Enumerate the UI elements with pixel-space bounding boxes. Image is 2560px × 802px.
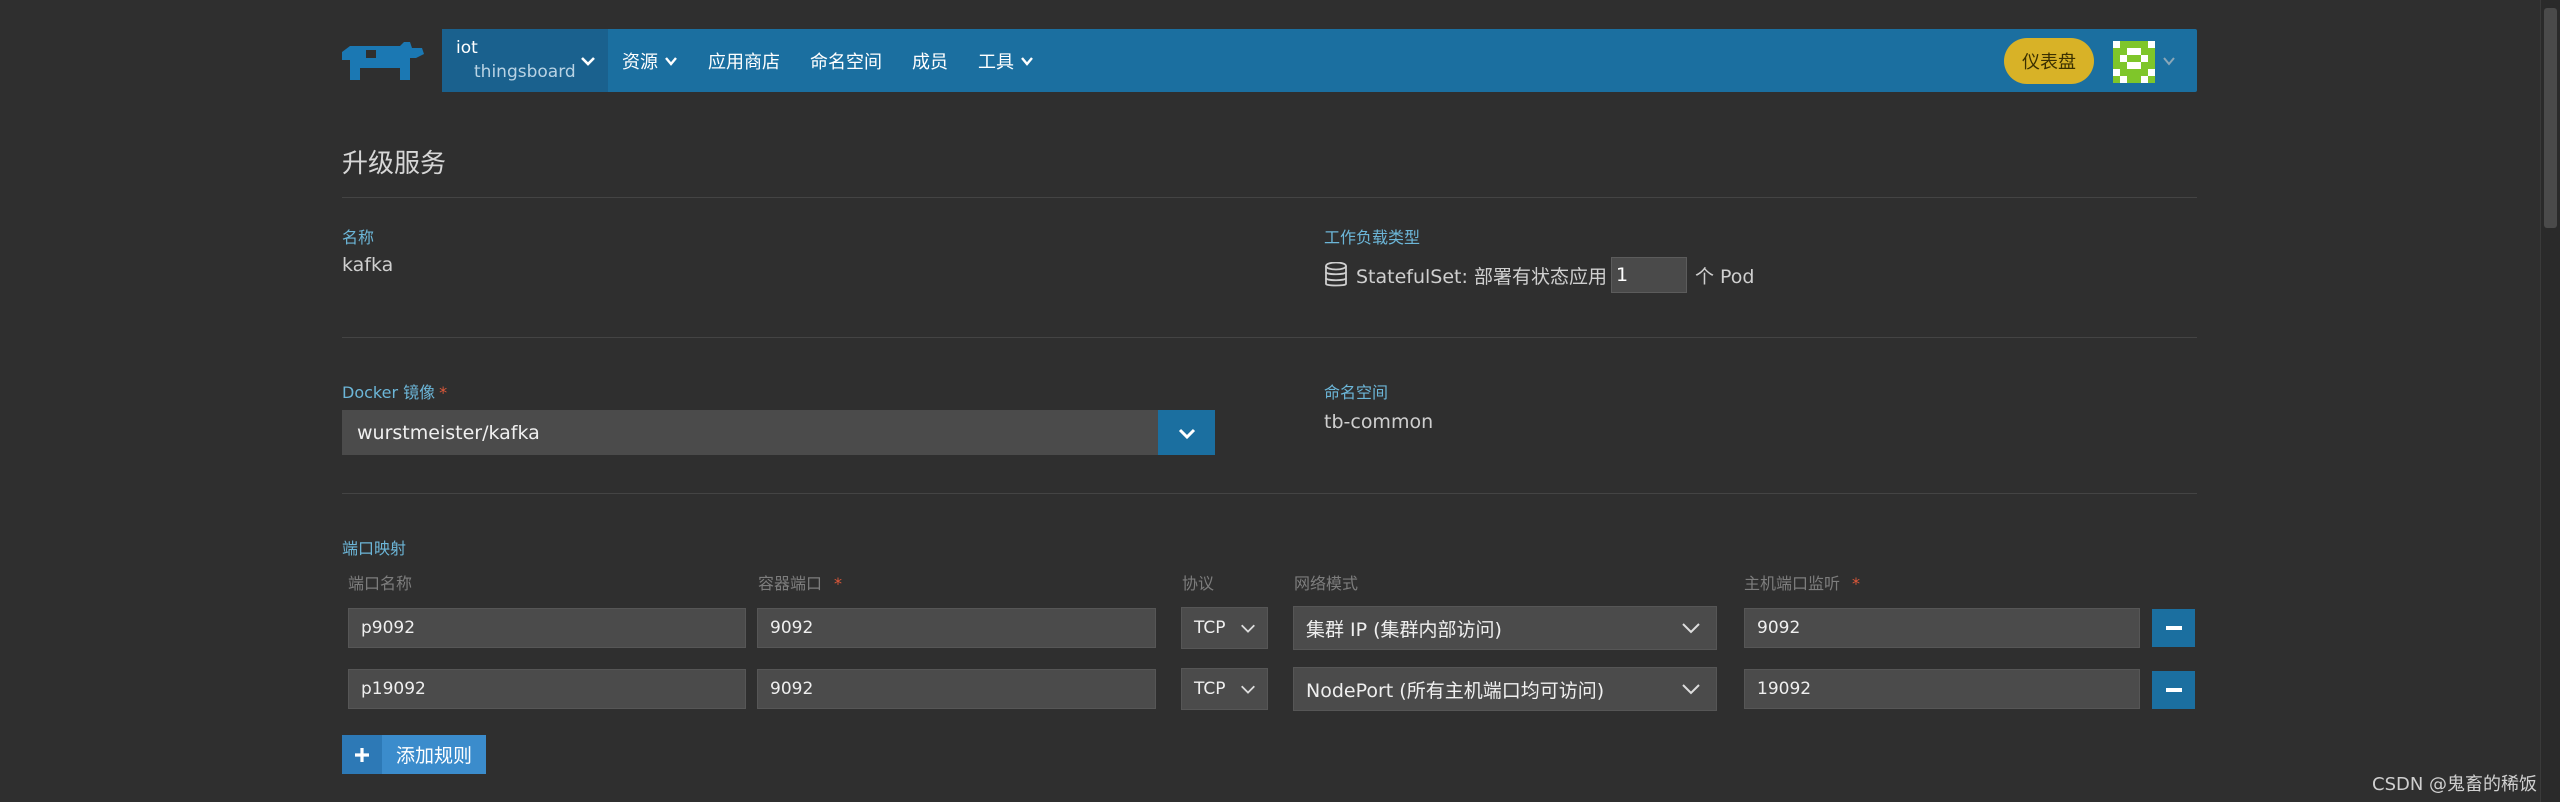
chevron-down-icon (1682, 623, 1700, 634)
namespace-value: tb-common (1324, 411, 1434, 433)
add-rule-button[interactable]: 添加规则 (342, 735, 486, 774)
required-mark: * (834, 574, 843, 593)
avatar[interactable] (2113, 41, 2155, 83)
chevron-down-icon (581, 57, 595, 66)
network-mode-select[interactable]: NodePort (所有主机端口均可访问) (1293, 667, 1717, 711)
port-name-input[interactable] (348, 608, 746, 648)
divider (342, 337, 2197, 338)
nav-item-label: 应用商店 (708, 51, 780, 73)
remove-rule-button[interactable] (2152, 609, 2195, 647)
nav-item-members[interactable]: 成员 (912, 48, 948, 74)
port-name-input[interactable] (348, 669, 746, 709)
page-title: 升级服务 (342, 149, 447, 179)
environment-selector[interactable]: iot thingsboard (442, 29, 608, 92)
protocol-select[interactable]: TCP (1181, 607, 1268, 649)
watermark: CSDN @鬼畜的稀饭 (2372, 774, 2538, 795)
column-header-host-port: 主机端口监听 * (1744, 570, 1860, 594)
host-port-input[interactable] (1744, 608, 2140, 648)
column-header-text: 容器端口 (758, 574, 823, 593)
remove-rule-button[interactable] (2152, 671, 2195, 709)
dashboard-button[interactable]: 仪表盘 (2004, 38, 2094, 84)
required-mark: * (439, 383, 448, 402)
workload-type-label: 工作负载类型 (1324, 228, 1421, 247)
minus-icon (2165, 688, 2182, 692)
network-mode-value: 集群 IP (集群内部访问) (1306, 618, 1502, 641)
namespace-label: 命名空间 (1324, 383, 1389, 402)
database-icon (1325, 262, 1347, 287)
nav-item-label: 命名空间 (810, 51, 882, 73)
workload-type: StatefulSet: 部署有状态应用 个 Pod (1324, 257, 1754, 293)
environment-name: iot (456, 38, 478, 58)
docker-image-select[interactable]: wurstmeister/kafka (342, 410, 1215, 455)
column-header-text: 主机端口监听 (1744, 574, 1841, 593)
host-port-input[interactable] (1744, 669, 2140, 709)
network-mode-select[interactable]: 集群 IP (集群内部访问) (1293, 606, 1717, 650)
nav-item-label: 工具 (978, 51, 1014, 73)
container-port-input[interactable] (757, 669, 1156, 709)
nav-item-app-store[interactable]: 应用商店 (708, 48, 780, 74)
nav-item-tools[interactable]: 工具 (978, 48, 1034, 74)
workload-text: StatefulSet: 部署有状态应用 (1356, 265, 1607, 288)
chevron-down-icon (1682, 684, 1700, 695)
project-name: thingsboard (474, 62, 576, 82)
required-mark: * (1852, 574, 1861, 593)
nav-item-label: 成员 (912, 51, 948, 73)
nav-item-label: 资源 (622, 51, 658, 73)
docker-image-label: Docker 镜像 * (342, 379, 447, 403)
port-mapping-label: 端口映射 (342, 539, 407, 558)
chevron-down-icon (1178, 428, 1195, 439)
chevron-down-icon (1241, 685, 1255, 694)
scrollbar-thumb[interactable] (2544, 8, 2557, 228)
add-rule-label: 添加规则 (396, 745, 473, 767)
network-mode-value: NodePort (所有主机端口均可访问) (1306, 679, 1605, 702)
divider (342, 197, 2197, 198)
container-port-input[interactable] (757, 608, 1156, 648)
divider (342, 493, 2197, 494)
pod-suffix: 个 Pod (1694, 265, 1755, 288)
name-label: 名称 (342, 228, 375, 247)
top-navbar: iot thingsboard 资源 应用商店 命名空间 成员 工具 (442, 29, 2197, 92)
nav-item-resources[interactable]: 资源 (622, 48, 678, 74)
service-name: kafka (342, 254, 394, 276)
docker-image-value: wurstmeister/kafka (357, 421, 540, 444)
pod-count-input[interactable] (1610, 257, 1687, 293)
page-scrollbar[interactable] (2540, 0, 2560, 802)
protocol-value: TCP (1194, 618, 1226, 638)
column-header-network-mode: 网络模式 (1294, 574, 1359, 593)
nav-item-namespaces[interactable]: 命名空间 (810, 48, 882, 74)
column-header-port-name: 端口名称 (348, 574, 413, 593)
chevron-down-icon (1241, 624, 1255, 633)
docker-image-label-text: Docker 镜像 (342, 383, 436, 402)
protocol-select[interactable]: TCP (1181, 668, 1268, 710)
protocol-value: TCP (1194, 679, 1226, 699)
column-header-container-port: 容器端口 * (758, 570, 842, 594)
nav-menu: 资源 应用商店 命名空间 成员 工具 (608, 29, 1064, 92)
column-header-protocol: 协议 (1182, 574, 1215, 593)
docker-image-dropdown-button[interactable] (1158, 410, 1215, 455)
chevron-down-icon (1021, 56, 1033, 66)
rancher-logo-icon[interactable] (340, 40, 426, 84)
minus-icon (2165, 626, 2182, 630)
plus-icon (342, 735, 382, 774)
chevron-down-icon (665, 56, 677, 66)
chevron-down-icon[interactable] (2162, 54, 2176, 68)
